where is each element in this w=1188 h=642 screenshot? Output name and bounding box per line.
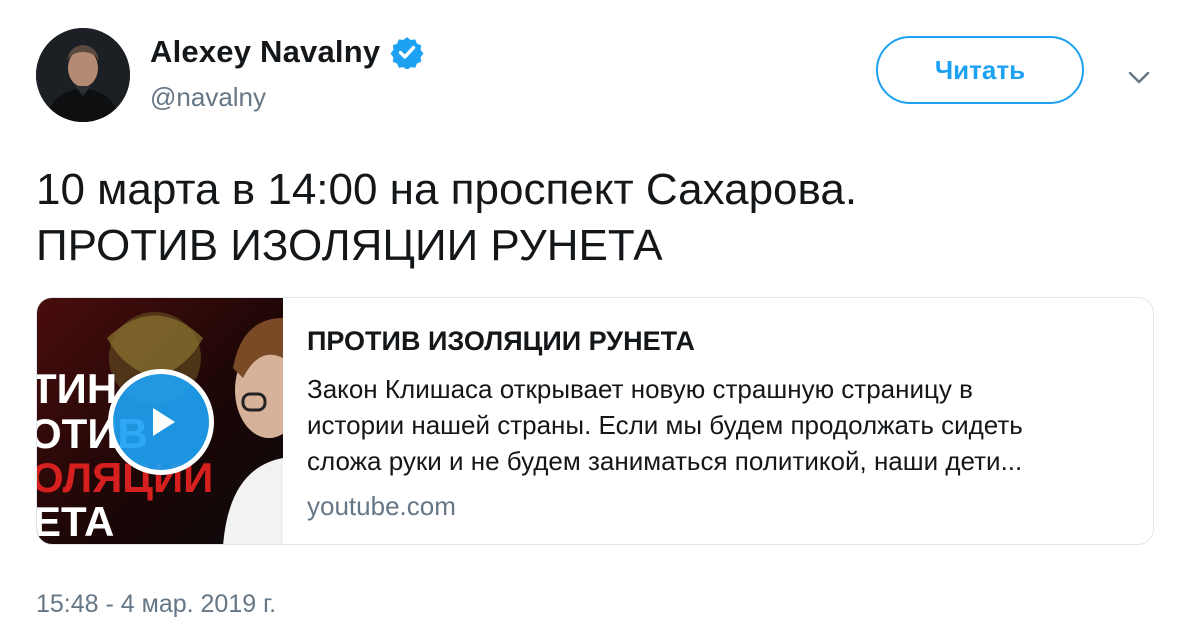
card-description-line: Закон Клишаса открывает новую страшную с… bbox=[307, 374, 973, 404]
play-button[interactable] bbox=[108, 369, 214, 475]
video-thumbnail[interactable]: ТИН ОТИВ ОЛЯЦИИ ЕТА bbox=[37, 298, 283, 544]
tweet-timestamp[interactable]: 15:48 - 4 мар. 2019 г. bbox=[36, 590, 276, 619]
tweet-text: 10 марта в 14:00 на проспект Сахарова. П… bbox=[36, 162, 1156, 274]
card-description-line: сложа руки и не будем заниматься политик… bbox=[307, 446, 1023, 476]
card-description-line: истории нашей страны. Если мы будем прод… bbox=[307, 410, 1023, 440]
follow-button[interactable]: Читать bbox=[876, 36, 1084, 104]
author-handle[interactable]: @navalny bbox=[150, 82, 266, 113]
avatar[interactable] bbox=[36, 28, 130, 122]
thumbnail-text-line: ЕТА bbox=[37, 498, 114, 544]
play-icon bbox=[153, 408, 175, 436]
card-description: Закон Клишаса открывает новую страшную с… bbox=[307, 371, 1127, 479]
chevron-down-icon[interactable] bbox=[1124, 62, 1154, 92]
author-display-name[interactable]: Alexey Navalny bbox=[150, 34, 380, 70]
tweet-text-line: 10 марта в 14:00 на проспект Сахарова. bbox=[36, 165, 858, 214]
tweet-text-line: ПРОТИВ ИЗОЛЯЦИИ РУНЕТА bbox=[36, 221, 663, 270]
card-title: ПРОТИВ ИЗОЛЯЦИИ РУНЕТА bbox=[307, 326, 695, 356]
thumbnail-text-line: ТИН bbox=[37, 365, 117, 412]
card-domain: youtube.com bbox=[307, 491, 456, 521]
link-card[interactable]: ТИН ОТИВ ОЛЯЦИИ ЕТА ПРОТИВ ИЗОЛЯЦИИ РУНЕ… bbox=[36, 297, 1154, 545]
verified-badge-icon bbox=[390, 35, 424, 70]
